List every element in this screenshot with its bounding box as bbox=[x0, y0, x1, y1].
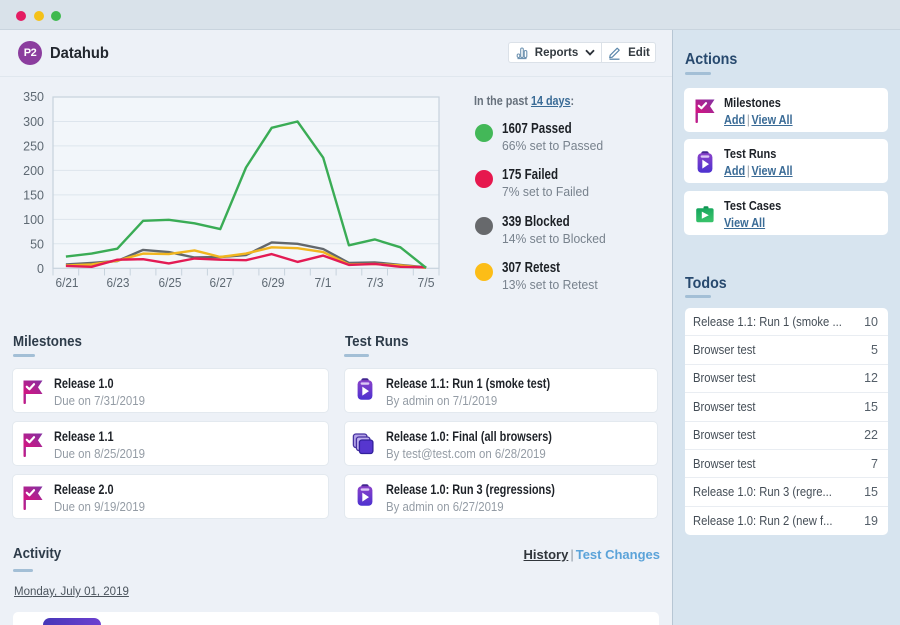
svg-text:7/1: 7/1 bbox=[315, 276, 332, 290]
svg-text:6/21: 6/21 bbox=[56, 276, 79, 290]
svg-text:6/23: 6/23 bbox=[107, 276, 130, 290]
svg-text:100: 100 bbox=[23, 213, 44, 227]
svg-text:350: 350 bbox=[23, 90, 44, 104]
svg-text:6/29: 6/29 bbox=[262, 276, 285, 290]
svg-text:7/5: 7/5 bbox=[418, 276, 435, 290]
svg-text:250: 250 bbox=[23, 140, 44, 154]
svg-text:6/25: 6/25 bbox=[159, 276, 182, 290]
svg-text:50: 50 bbox=[30, 238, 44, 252]
svg-text:300: 300 bbox=[23, 115, 44, 129]
svg-text:150: 150 bbox=[23, 189, 44, 203]
svg-text:0: 0 bbox=[37, 262, 44, 276]
svg-text:6/27: 6/27 bbox=[210, 276, 233, 290]
svg-text:200: 200 bbox=[23, 164, 44, 178]
svg-text:7/3: 7/3 bbox=[367, 276, 384, 290]
